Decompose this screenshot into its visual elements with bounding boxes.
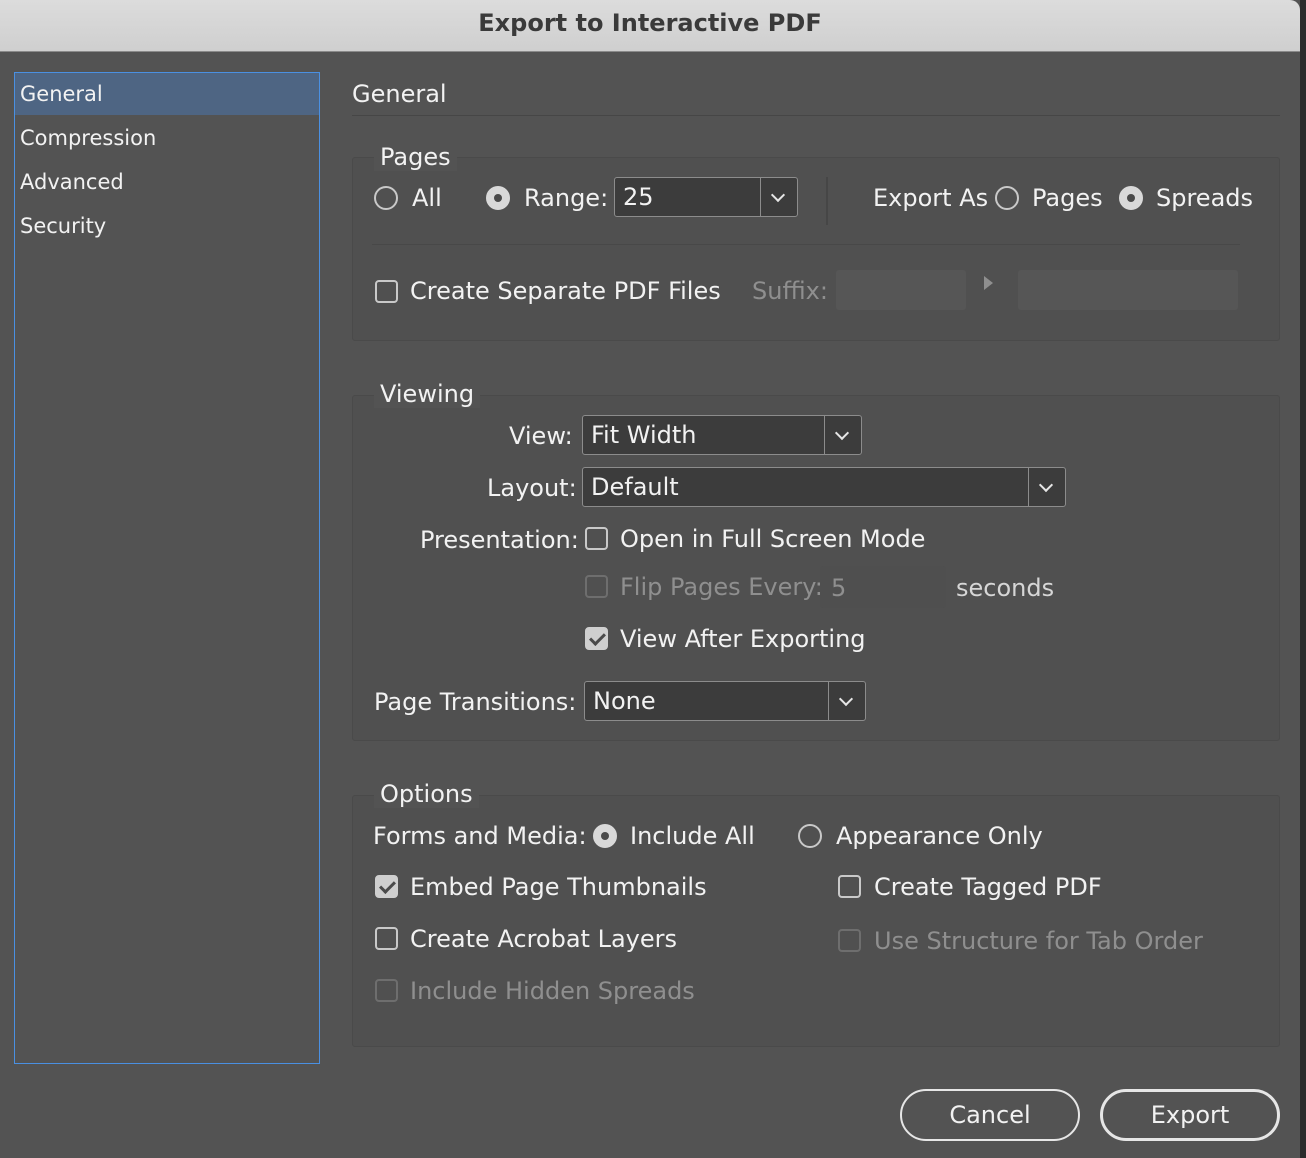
forms-media-label: Forms and Media: xyxy=(373,822,587,850)
flip-seconds-value: 5 xyxy=(831,574,847,602)
acrobat-layers-label: Create Acrobat Layers xyxy=(410,925,677,953)
layout-label: Layout: xyxy=(487,474,577,502)
embed-thumbnails-label: Embed Page Thumbnails xyxy=(410,873,707,901)
cancel-button[interactable]: Cancel xyxy=(900,1089,1080,1141)
checkbox-acrobat-layers[interactable] xyxy=(375,927,398,950)
sidebar-item-security[interactable]: Security xyxy=(15,205,319,247)
seconds-label: seconds xyxy=(956,574,1055,602)
sidebar-item-general[interactable]: General xyxy=(15,73,319,115)
layout-dropdown-button[interactable] xyxy=(1028,468,1065,506)
tagged-pdf-label: Create Tagged PDF xyxy=(874,873,1102,901)
chevron-down-icon xyxy=(834,425,850,441)
range-value: 25 xyxy=(623,183,654,211)
checkbox-flip-pages xyxy=(585,575,608,598)
suffix-field xyxy=(836,270,966,310)
checkbox-view-after-exporting[interactable] xyxy=(585,627,608,650)
checkbox-hidden-spreads xyxy=(375,979,398,1002)
radio-export-spreads[interactable] xyxy=(1119,186,1143,210)
range-dropdown-button[interactable] xyxy=(760,178,797,216)
options-legend: Options xyxy=(374,780,479,808)
chevron-down-icon xyxy=(770,187,786,203)
radio-all-label: All xyxy=(412,184,442,212)
window-edge xyxy=(1300,0,1306,1158)
pages-divider xyxy=(372,244,1240,245)
range-combo[interactable]: 25 xyxy=(614,177,798,217)
suffix-label: Suffix: xyxy=(752,277,828,305)
export-button[interactable]: Export xyxy=(1100,1089,1280,1141)
section-divider xyxy=(352,115,1280,116)
page-transitions-label: Page Transitions: xyxy=(374,688,577,716)
view-dropdown-button[interactable] xyxy=(824,416,861,454)
suffix-preview-field xyxy=(1018,270,1238,310)
checkbox-separate-files[interactable] xyxy=(375,280,398,303)
layout-select[interactable]: Default xyxy=(582,467,1066,507)
checkbox-tab-order xyxy=(838,929,861,952)
flip-pages-label: Flip Pages Every: xyxy=(620,573,823,601)
view-value: Fit Width xyxy=(591,421,697,449)
radio-export-pages-label: Pages xyxy=(1032,184,1103,212)
sidebar-item-advanced[interactable]: Advanced xyxy=(15,161,319,203)
page-transitions-value: None xyxy=(593,687,656,715)
viewing-legend: Viewing xyxy=(374,380,481,408)
page-transitions-dropdown-button[interactable] xyxy=(828,682,865,720)
appearance-only-label: Appearance Only xyxy=(836,822,1043,850)
flip-seconds-field: 5 xyxy=(820,566,946,608)
pages-legend: Pages xyxy=(374,143,457,171)
hidden-spreads-label: Include Hidden Spreads xyxy=(410,977,695,1005)
radio-appearance-only[interactable] xyxy=(798,824,822,848)
vertical-divider xyxy=(826,177,828,225)
pages-group xyxy=(352,157,1280,341)
section-title: General xyxy=(352,80,447,108)
radio-range-label: Range: xyxy=(524,184,609,212)
tab-order-label: Use Structure for Tab Order xyxy=(874,927,1203,955)
sidebar-item-compression[interactable]: Compression xyxy=(15,117,319,159)
sidebar: General Compression Advanced Security xyxy=(14,72,320,1064)
presentation-label: Presentation: xyxy=(420,526,579,554)
page-transitions-select[interactable]: None xyxy=(584,681,866,721)
chevron-down-icon xyxy=(1038,477,1054,493)
disclosure-triangle-icon xyxy=(984,276,993,290)
view-select[interactable]: Fit Width xyxy=(582,415,862,455)
radio-range[interactable] xyxy=(486,186,510,210)
radio-export-spreads-label: Spreads xyxy=(1156,184,1254,212)
chevron-down-icon xyxy=(838,691,854,707)
separate-files-label: Create Separate PDF Files xyxy=(410,277,721,305)
radio-export-pages[interactable] xyxy=(995,186,1019,210)
checkbox-embed-thumbnails[interactable] xyxy=(375,875,398,898)
full-screen-label: Open in Full Screen Mode xyxy=(620,525,926,553)
view-label: View: xyxy=(509,422,573,450)
export-as-label: Export As xyxy=(873,184,989,212)
radio-include-all[interactable] xyxy=(593,824,617,848)
view-after-label: View After Exporting xyxy=(620,625,866,653)
radio-all[interactable] xyxy=(374,186,398,210)
checkbox-tagged-pdf[interactable] xyxy=(838,875,861,898)
window-title: Export to Interactive PDF xyxy=(478,9,822,37)
layout-value: Default xyxy=(591,473,679,501)
include-all-label: Include All xyxy=(630,822,755,850)
checkbox-full-screen[interactable] xyxy=(585,527,608,550)
